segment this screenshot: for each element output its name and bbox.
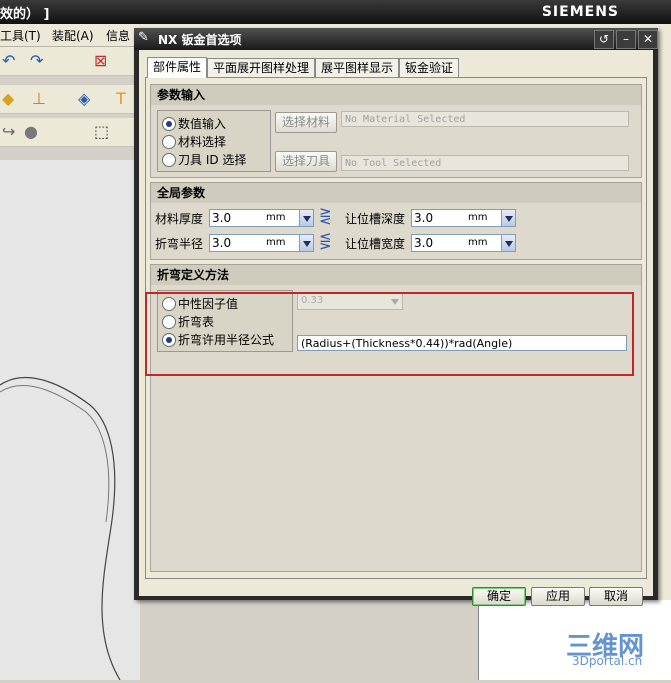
feature-icon[interactable]: ◈ bbox=[78, 89, 90, 108]
app-title-text: 效的） ] bbox=[0, 7, 50, 22]
snap-icon[interactable]: ↪ bbox=[2, 122, 15, 141]
thickness-input[interactable]: 3.0 mm bbox=[209, 209, 303, 227]
red-highlight-annotation bbox=[145, 292, 634, 376]
toolbar-row-2: ◆ ⊥ ◈ T bbox=[0, 85, 140, 114]
watermark-url: 3Dportal.cn bbox=[572, 654, 643, 668]
datum-icon[interactable]: T bbox=[116, 89, 126, 108]
unit-label: mm bbox=[468, 237, 488, 248]
thickness-value: 3.0 bbox=[212, 211, 232, 225]
sheet-metal-preferences-dialog: ✎ NX 钣金首选项 ↺ – ✕ 部件属性 平面展开图样处理 展平图样显示 钣金… bbox=[134, 28, 658, 606]
right-resource-strip bbox=[658, 46, 671, 680]
toolbar-row-1: ↶ ↷ ⊠ bbox=[0, 47, 140, 76]
fit-view-icon[interactable]: ⊠ bbox=[94, 51, 107, 70]
bend-radius-input[interactable]: 3.0 mm bbox=[209, 234, 303, 252]
ok-button[interactable]: 确定 bbox=[472, 587, 526, 606]
relief-depth-value: 3.0 bbox=[414, 211, 434, 225]
tab-sheet-metal-validation[interactable]: 钣金验证 bbox=[399, 58, 459, 77]
dialog-body: 部件属性 平面展开图样处理 展平图样显示 钣金验证 参数输入 数值输入 材料选择 bbox=[139, 50, 653, 606]
param-input-group: 参数输入 数值输入 材料选择 刀具 ID 选择 选择材料 选择刀具 No Mat… bbox=[150, 84, 642, 178]
cancel-button[interactable]: 取消 bbox=[589, 587, 643, 606]
siemens-logo: SIEMENS bbox=[541, 4, 619, 20]
extrude-icon[interactable]: ⊥ bbox=[32, 89, 46, 108]
radio-label: 材料选择 bbox=[178, 135, 227, 149]
tool-name-field: No Tool Selected bbox=[341, 155, 629, 171]
select-box-icon[interactable]: ⬚ bbox=[94, 122, 109, 141]
pin-icon[interactable]: ✎ bbox=[138, 30, 149, 45]
bend-radius-value: 3.0 bbox=[212, 236, 232, 250]
radio-dot bbox=[162, 117, 176, 131]
sketch-icon[interactable]: ◆ bbox=[2, 89, 14, 108]
tab-page-part-properties: 参数输入 数值输入 材料选择 刀具 ID 选择 选择材料 选择刀具 No Mat… bbox=[145, 77, 647, 579]
menu-item-assembly[interactable]: 装配(A) bbox=[52, 27, 94, 44]
redo-icon[interactable]: ↷ bbox=[30, 51, 43, 70]
relief-width-label: 让位槽宽度 bbox=[345, 237, 406, 251]
relief-depth-icon: ⋛ bbox=[319, 207, 332, 225]
tab-flat-pattern-display[interactable]: 展平图样显示 bbox=[315, 58, 399, 77]
radio-tool-id-select[interactable]: 刀具 ID 选择 bbox=[158, 151, 270, 167]
dialog-title: NX 钣金首选项 bbox=[158, 33, 242, 47]
relief-depth-dropdown-button[interactable] bbox=[501, 209, 516, 227]
app-title-bar: 效的） ] SIEMENS bbox=[0, 0, 671, 24]
radio-value-input[interactable]: 数值输入 bbox=[158, 115, 270, 131]
relief-width-dropdown-button[interactable] bbox=[501, 234, 516, 252]
radio-dot bbox=[162, 153, 176, 167]
undo-icon[interactable]: ↶ bbox=[2, 51, 15, 70]
thickness-label: 材料厚度 bbox=[155, 212, 204, 226]
radio-material-select[interactable]: 材料选择 bbox=[158, 133, 270, 149]
menu-item-info[interactable]: 信息 bbox=[106, 27, 130, 44]
relief-width-value: 3.0 bbox=[414, 236, 434, 250]
select-tool-button[interactable]: 选择刀具 bbox=[275, 151, 337, 172]
bend-radius-label: 折弯半径 bbox=[155, 237, 204, 251]
menu-item-tools[interactable]: 工具(T) bbox=[0, 27, 41, 44]
unit-label: mm bbox=[468, 212, 488, 223]
relief-depth-input[interactable]: 3.0 mm bbox=[411, 209, 505, 227]
bend-method-header: 折弯定义方法 bbox=[151, 265, 641, 285]
unit-label: mm bbox=[266, 237, 286, 248]
radio-label: 刀具 ID 选择 bbox=[178, 153, 247, 167]
unit-label: mm bbox=[266, 212, 286, 223]
tab-part-properties[interactable]: 部件属性 bbox=[147, 57, 207, 78]
part-outline bbox=[0, 376, 121, 681]
material-name-field: No Material Selected bbox=[341, 111, 629, 127]
radio-label: 数值输入 bbox=[178, 117, 227, 131]
tab-flat-pattern-treatment[interactable]: 平面展开图样处理 bbox=[207, 58, 315, 77]
solid-icon[interactable]: ● bbox=[24, 122, 38, 141]
global-params-header: 全局参数 bbox=[151, 183, 641, 203]
close-button[interactable]: ✕ bbox=[638, 30, 658, 49]
graphics-viewport[interactable] bbox=[0, 160, 140, 681]
radio-dot bbox=[162, 135, 176, 149]
global-params-group: 全局参数 材料厚度 3.0 mm ⋛ 让位槽深度 3.0 mm 折弯半径 3.0… bbox=[150, 182, 642, 260]
apply-button[interactable]: 应用 bbox=[531, 587, 585, 606]
relief-depth-label: 让位槽深度 bbox=[345, 212, 406, 226]
param-input-radio-group: 数值输入 材料选择 刀具 ID 选择 bbox=[157, 110, 271, 172]
relief-width-icon: ⋚ bbox=[319, 232, 332, 250]
relief-width-input[interactable]: 3.0 mm bbox=[411, 234, 505, 252]
bend-radius-dropdown-button[interactable] bbox=[299, 234, 314, 252]
select-material-button[interactable]: 选择材料 bbox=[275, 112, 337, 133]
reset-button[interactable]: ↺ bbox=[594, 30, 614, 49]
toolbar-row-3: ↪ ● ⬚ bbox=[0, 118, 140, 147]
param-input-header: 参数输入 bbox=[151, 85, 641, 105]
thickness-dropdown-button[interactable] bbox=[299, 209, 314, 227]
dialog-title-bar[interactable]: ✎ NX 钣金首选项 ↺ – ✕ bbox=[134, 28, 658, 50]
minimize-button[interactable]: – bbox=[616, 30, 636, 49]
